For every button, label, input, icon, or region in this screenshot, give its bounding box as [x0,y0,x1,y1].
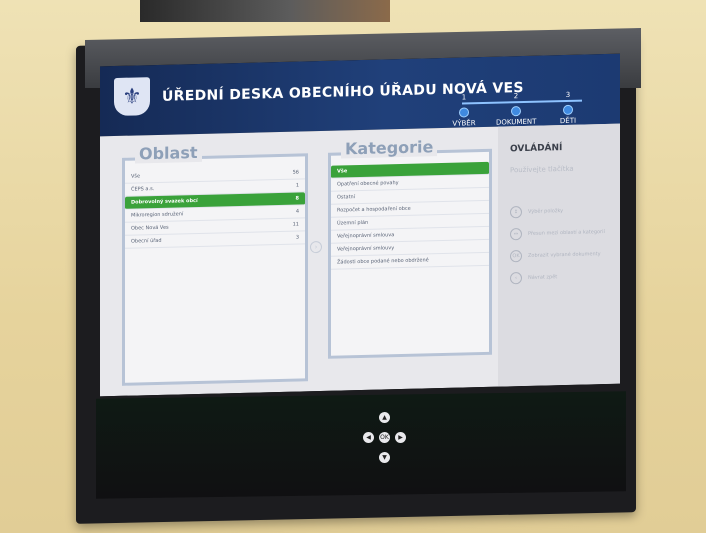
key-left-button[interactable]: ◀ [363,432,374,443]
kiosk-screen: ⚜ ÚŘEDNÍ DESKA OBECNÍHO ÚŘADU NOVÁ VES 1… [100,53,620,397]
oblast-item-count: 3 [295,234,299,241]
screen-header: ⚜ ÚŘEDNÍ DESKA OBECNÍHO ÚŘADU NOVÁ VES 1… [100,53,620,137]
kategorie-item[interactable]: Žádosti obce podané nebo obdržené [331,252,489,270]
kategorie-item-label: Žádosti obce podané nebo obdržené [337,257,429,266]
kategorie-item-label: Veřejnoprávní smlouvy [337,245,395,253]
oblast-panel: Oblast Vše 56 ČEPS a.s. 1 Dobrovolný svazek … [122,142,308,386]
oblast-item-count: 56 [292,169,299,176]
step-dot-icon [511,106,521,117]
kategorie-item-label: Veřejnoprávní smlouva [337,232,395,240]
kategorie-item-label: Vše [337,168,348,175]
ok-icon: OK [510,250,522,263]
key-ok-button[interactable]: OK [379,432,390,443]
kategorie-list: Vše Opatření obecné povahy Ostatní Rozpočet… [331,161,489,270]
control-item: ↔ Přesun mezi oblastí a kategorií [510,226,605,241]
step-dot-icon [563,104,573,116]
key-down-button[interactable]: ▼ [379,452,390,463]
oblast-item-label: Dobrovolný svazek obcí [131,197,198,206]
back-icon: ‹ [510,272,522,285]
kategorie-item-label: Rozpočet a hospodaření obce [337,205,411,214]
step-3: 3 DĚTI [559,90,577,126]
controls-subtitle: Používejte tlačítka [510,164,574,175]
kategorie-panel: Kategorie Vše Opatření obecné povahy Ostat… [328,137,492,359]
physical-keypad: ▲ ◀ OK ▶ ▼ [355,410,415,470]
oblast-item-label: Mikroregion sdružení [131,211,184,219]
kategorie-item-label: Ostatní [337,194,356,201]
oblast-item-label: ČEPS a.s. [131,186,155,193]
control-item: ‹ Návrat zpět [510,271,557,285]
key-up-button[interactable]: ▲ [379,412,390,423]
step-dot-icon [459,107,469,118]
step-2: 2 DOKUMENT [496,92,537,127]
oblast-item-label: Obecní úřad [131,237,162,245]
municipal-crest-icon: ⚜ [114,77,150,117]
controls-panel: OVLÁDÁNÍ Používejte tlačítka ↕ Výběr pol… [498,123,620,387]
kategorie-item-label: Opatření obecné povahy [337,180,399,188]
step-1: 1 VÝBĚR [452,93,476,128]
arrow-left-right-icon: ↔ [510,228,522,241]
oblast-item-count: 11 [292,221,299,228]
arrow-up-down-icon: ↕ [510,206,522,219]
key-right-button[interactable]: ▶ [395,432,406,443]
control-item: ↕ Výběr položky [510,205,563,219]
kategorie-title: Kategorie [341,137,438,159]
controls-title: OVLÁDÁNÍ [510,143,563,155]
kategorie-item-label: Územní plán [337,219,369,227]
oblast-item-count: 1 [295,182,299,189]
oblast-item-label: Vše [131,173,141,180]
step-indicator: 1 VÝBĚR 2 DOKUMENT 3 DĚTI [450,90,610,128]
control-item: OK Zobrazit vybrané dokumenty [510,248,601,263]
oblast-title: Oblast [135,142,202,164]
oblast-item-count: 8 [295,195,299,202]
oblast-item-label: Obec Nová Ves [131,224,169,232]
oblast-list: Vše 56 ČEPS a.s. 1 Dobrovolný svazek obcí 8 Mi… [125,166,305,249]
oblast-item-count: 4 [295,208,299,215]
window-frame [140,0,390,22]
